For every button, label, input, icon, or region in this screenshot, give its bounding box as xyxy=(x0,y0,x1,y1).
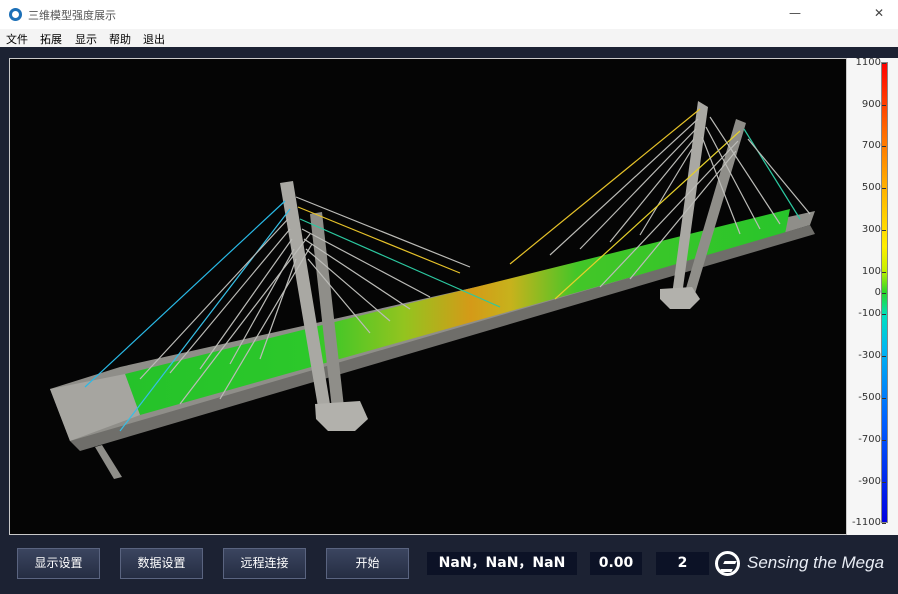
data-settings-button[interactable]: 数据设置 xyxy=(120,548,203,579)
scale-tick: -300 xyxy=(847,351,886,361)
window-title: 三维模型强度展示 xyxy=(28,9,116,22)
display-settings-button[interactable]: 显示设置 xyxy=(17,548,100,579)
menu-bar: 文件 拓展 显示 帮助 退出 xyxy=(0,29,898,47)
bridge-model xyxy=(50,101,815,479)
minimize-icon[interactable]: — xyxy=(789,6,801,20)
logo-icon xyxy=(715,551,740,576)
scale-tick: 1100 xyxy=(847,58,886,68)
menu-extend[interactable]: 拓展 xyxy=(40,31,62,47)
scale-tick: -700 xyxy=(847,435,886,445)
scale-tick: 300 xyxy=(847,225,886,235)
remote-connect-button[interactable]: 远程连接 xyxy=(223,548,306,579)
title-bar: 三维模型强度展示 — ✕ xyxy=(0,0,898,29)
coords-readout: NaN，NaN，NaN xyxy=(427,552,577,575)
3d-bridge-viewport[interactable] xyxy=(9,58,847,535)
close-icon[interactable]: ✕ xyxy=(874,6,884,20)
start-button[interactable]: 开始 xyxy=(326,548,409,579)
color-scale: 1100 900 700 500 300 100 0 -100 -300 -50… xyxy=(847,58,898,535)
scale-tick: 500 xyxy=(847,183,886,193)
menu-exit[interactable]: 退出 xyxy=(143,31,165,47)
scale-tick: -900 xyxy=(847,477,886,487)
scale-tick: 900 xyxy=(847,100,886,110)
logo-text: Sensing the Mega xyxy=(747,553,885,572)
scale-tick: 100 xyxy=(847,267,886,277)
scale-tick: 0 xyxy=(847,288,886,298)
scale-tick: -100 xyxy=(847,309,886,319)
menu-display[interactable]: 显示 xyxy=(75,31,97,47)
scale-tick: 700 xyxy=(847,141,886,151)
brand-logo: Sensing the Mega xyxy=(715,549,890,579)
count-readout: 2 xyxy=(656,552,709,575)
menu-file[interactable]: 文件 xyxy=(6,31,28,47)
scale-tick: -1100 xyxy=(847,518,886,528)
app-icon xyxy=(9,8,22,21)
value-readout: 0.00 xyxy=(590,552,642,575)
menu-help[interactable]: 帮助 xyxy=(109,31,131,47)
scale-tick: -500 xyxy=(847,393,886,403)
